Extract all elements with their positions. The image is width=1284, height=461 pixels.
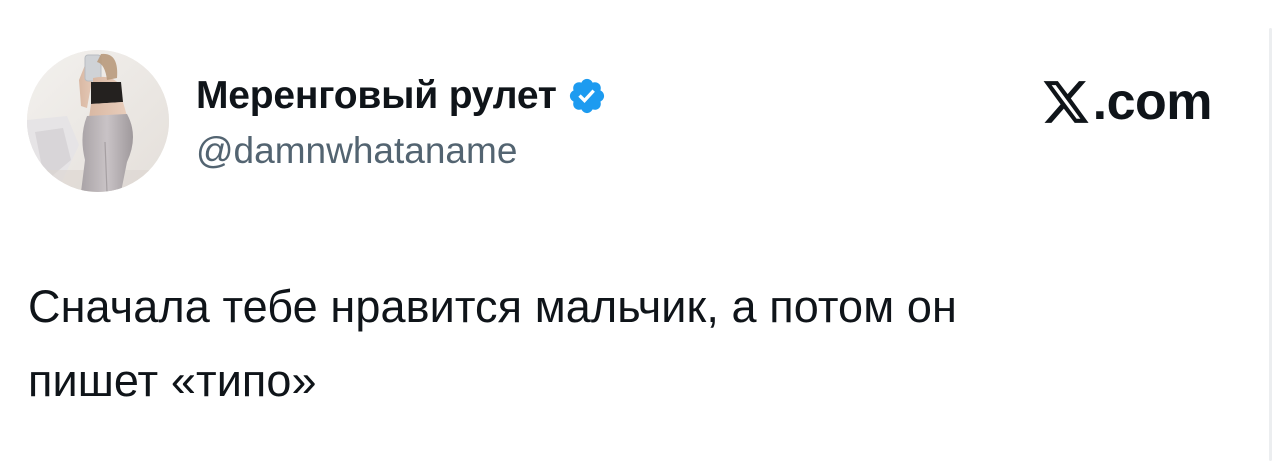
x-logo-icon — [1043, 81, 1089, 123]
scrollbar-track[interactable] — [1269, 28, 1272, 461]
author-row: Меренговый рулет — [196, 66, 607, 126]
x-brand: .com — [1041, 73, 1213, 131]
user-handle[interactable]: @damnwhataname — [196, 130, 517, 172]
tweet-card: Меренговый рулет @damnwhataname .com Сна… — [0, 0, 1262, 461]
tweet-text: Сначала тебе нравится мальчик, а потом о… — [28, 281, 957, 406]
verified-badge-icon — [567, 76, 607, 116]
display-name[interactable]: Меренговый рулет — [196, 74, 557, 118]
scrollbar[interactable] — [1262, 0, 1284, 461]
avatar[interactable] — [27, 50, 169, 192]
x-domain-suffix: .com — [1092, 73, 1213, 131]
avatar-photo — [27, 50, 169, 192]
